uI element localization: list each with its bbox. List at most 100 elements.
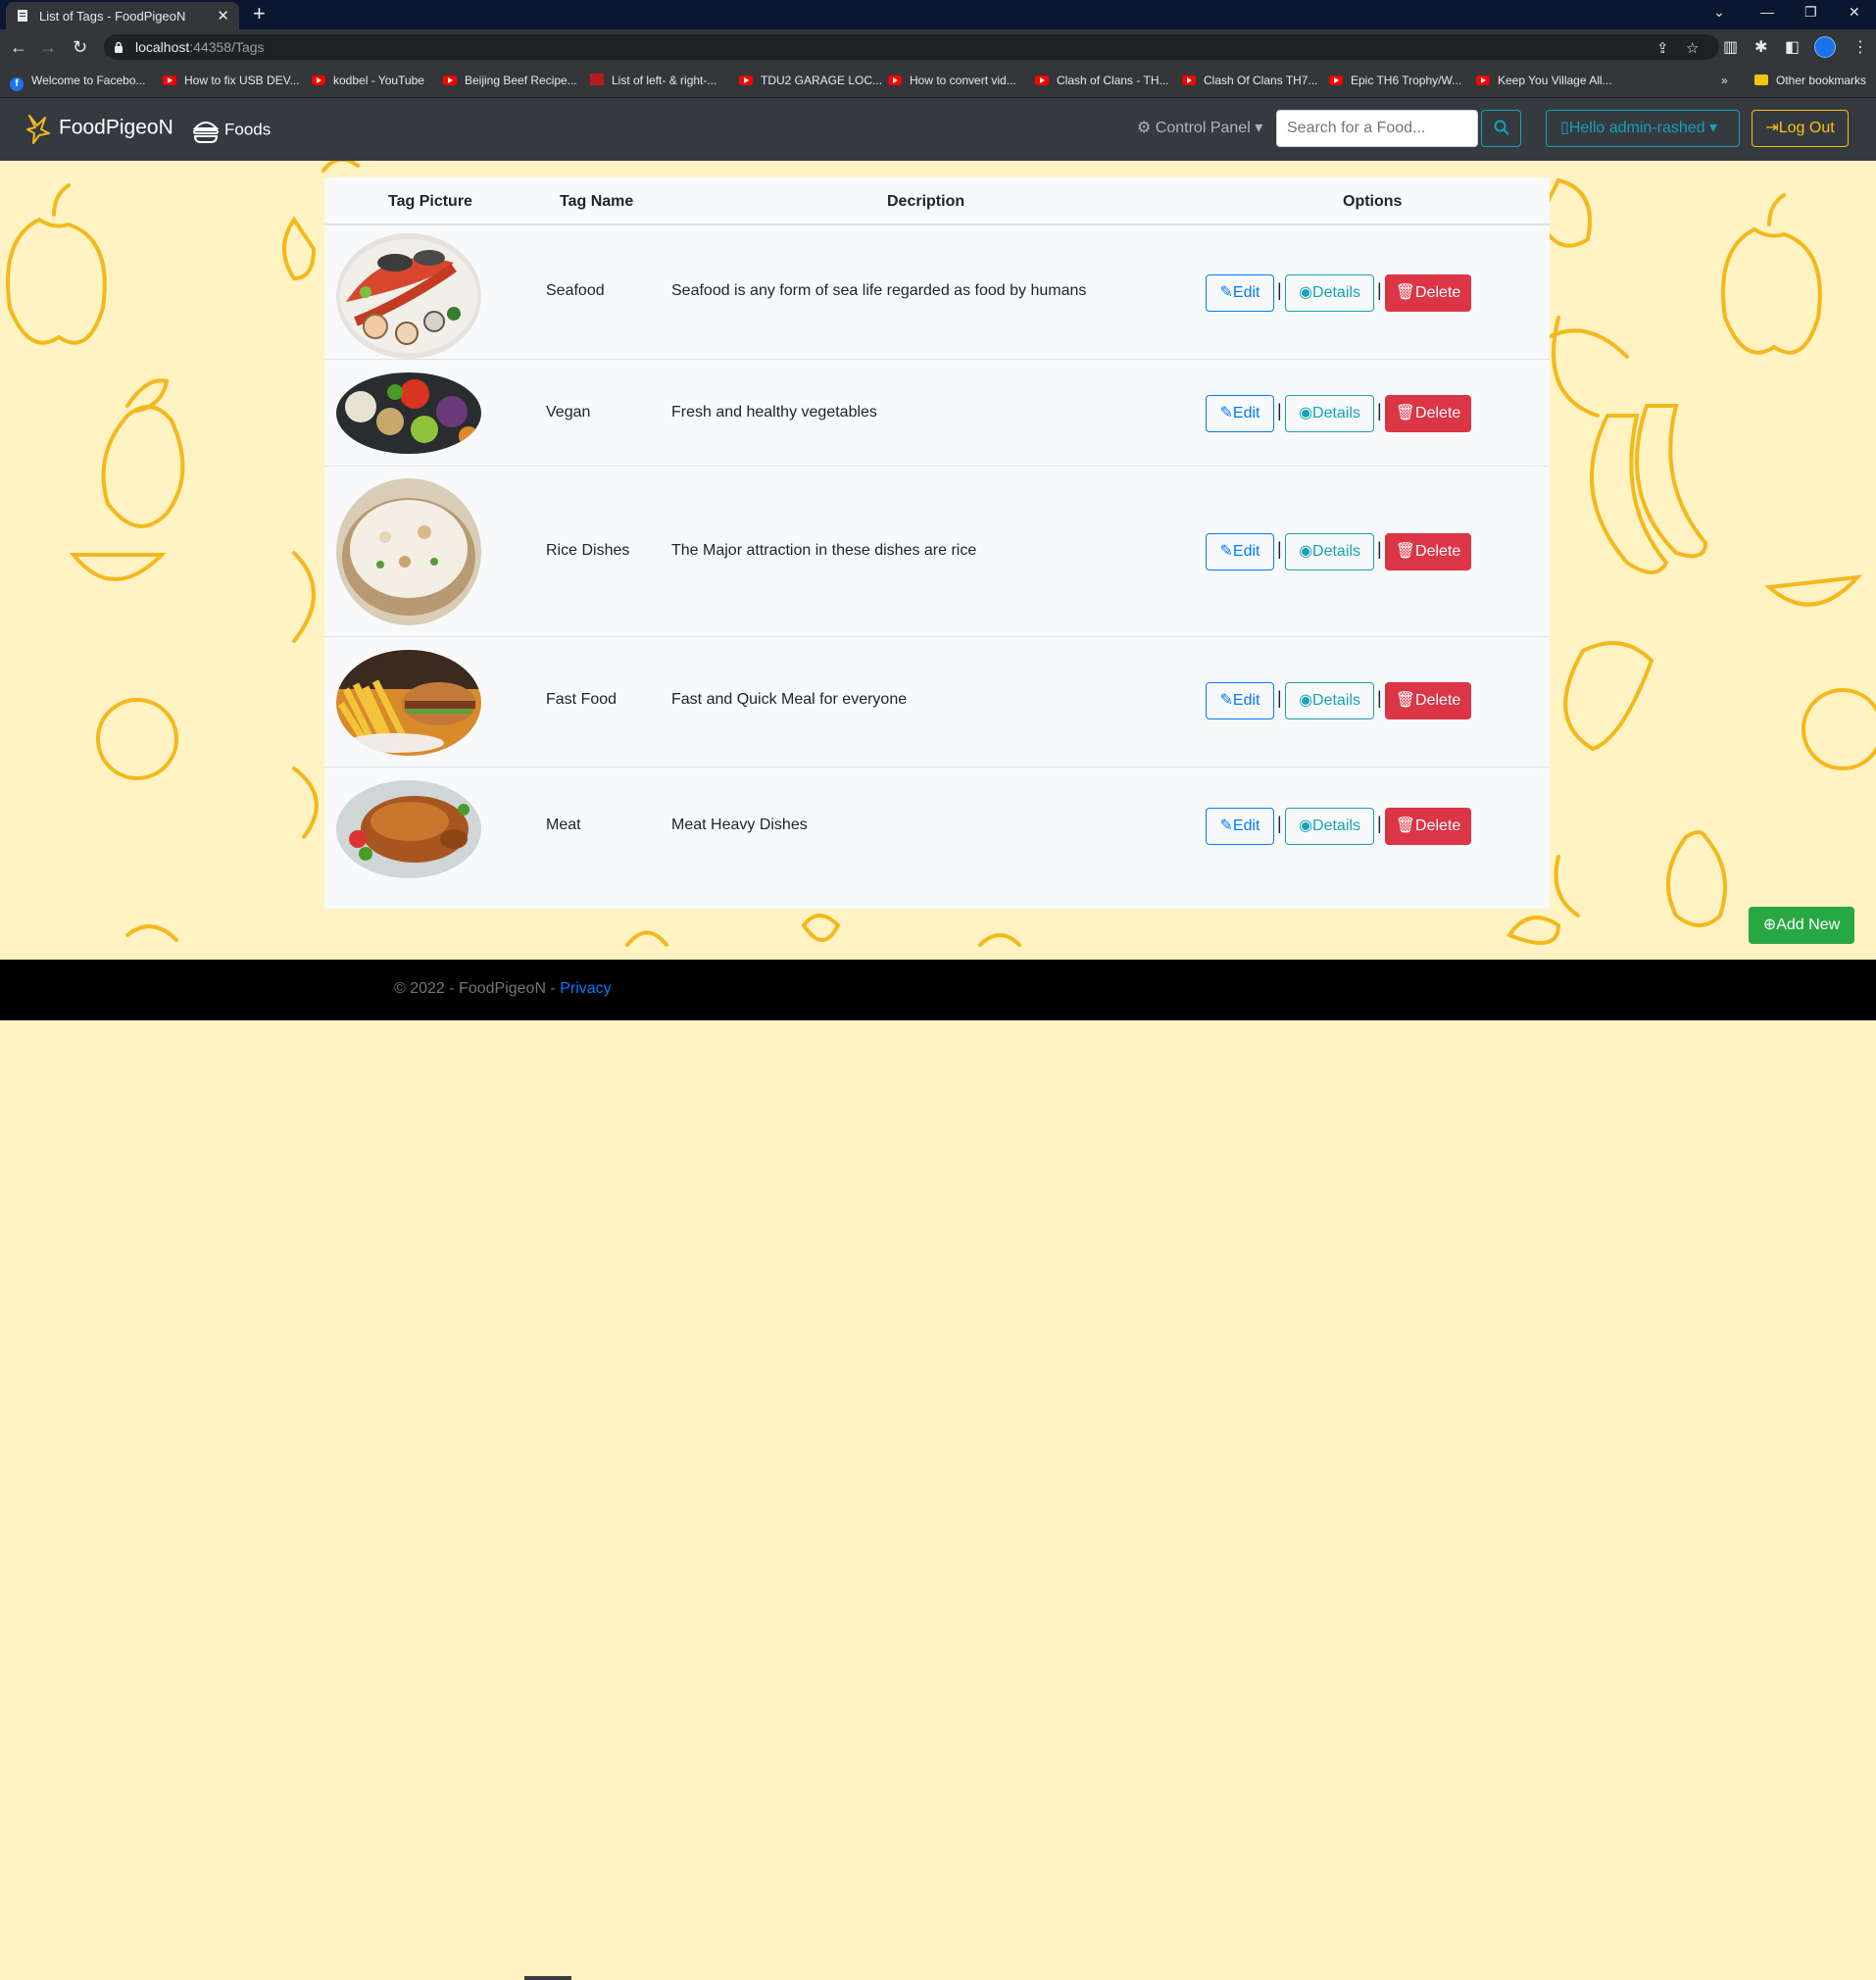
edit-button[interactable]: ✎Edit [1206, 395, 1274, 432]
forward-icon[interactable]: → [39, 37, 57, 58]
separator: | [1277, 401, 1282, 421]
search-input[interactable] [1276, 110, 1478, 147]
delete-button[interactable]: 🗑Delete [1385, 274, 1471, 312]
tab-search-icon[interactable]: ⌄ [1713, 4, 1725, 21]
privacy-link[interactable]: Privacy [560, 980, 611, 997]
separator: | [1277, 814, 1282, 833]
trash-icon: 🗑 [1395, 543, 1416, 560]
edit-button[interactable]: ✎Edit [1206, 808, 1274, 845]
nav-foods-label: Foods [224, 120, 272, 139]
page-icon [18, 10, 27, 22]
separator: | [1377, 539, 1382, 559]
logout-button[interactable]: ⇥Log Out [1752, 110, 1849, 147]
edit-icon: ✎ [1219, 543, 1233, 560]
bookmark-item[interactable]: Clash of Clans - TH... [1035, 74, 1168, 87]
youtube-icon [443, 75, 457, 85]
trash-icon: 🗑 [1395, 405, 1416, 421]
restore-icon[interactable]: ❐ [1804, 4, 1817, 21]
header-tag-picture: Tag Picture [388, 193, 472, 210]
add-new-button[interactable]: ⊕Add New [1749, 907, 1854, 944]
nav-foods-link[interactable]: Foods [191, 116, 271, 145]
search-button[interactable] [1481, 110, 1521, 147]
caret-down-icon: ▾ [1250, 120, 1263, 136]
separator: | [1377, 280, 1382, 300]
youtube-icon [1329, 75, 1343, 85]
bookmark-item[interactable]: List of left- & right-... [590, 74, 716, 87]
table-row: Meat Meat Heavy Dishes ✎Edit | ◉Details … [324, 767, 1550, 909]
window-close-icon[interactable]: ✕ [1849, 4, 1860, 21]
delete-button[interactable]: 🗑Delete [1385, 808, 1471, 845]
burger-icon [192, 122, 220, 143]
side-panel-icon[interactable]: ◧ [1785, 37, 1800, 57]
tag-name: Rice Dishes [546, 542, 630, 559]
bookmark-star-icon[interactable]: ☆ [1686, 39, 1699, 57]
profile-avatar-icon[interactable] [1814, 36, 1836, 58]
eye-icon: ◉ [1299, 405, 1313, 421]
search-icon [1494, 120, 1509, 135]
trash-icon: 🗑 [1395, 284, 1416, 301]
table-row: Seafood Seafood is any form of sea life … [324, 225, 1550, 360]
close-tab-icon[interactable]: ✕ [217, 7, 229, 25]
address-bar-row: ← → ↻ localhost:44358/Tags ⇪ ☆ ▥ ✱ ◧ ⋮ [0, 29, 1876, 65]
bookmark-item[interactable]: Beijing Beef Recipe... [443, 74, 577, 87]
user-menu-button[interactable]: ▯Hello admin-rashed ▾ [1546, 110, 1740, 147]
details-button[interactable]: ◉Details [1285, 395, 1374, 432]
delete-button[interactable]: 🗑Delete [1385, 533, 1471, 570]
brand-link[interactable]: FoodPigeoN [25, 112, 173, 145]
bookmark-item[interactable]: How to convert vid... [888, 74, 1016, 87]
separator: | [1277, 688, 1282, 708]
bookmark-item[interactable]: Keep You Village All... [1476, 74, 1612, 87]
url-input[interactable]: localhost:44358/Tags ⇪ ☆ [104, 34, 1719, 60]
edit-button[interactable]: ✎Edit [1206, 274, 1274, 312]
tag-name: Meat [546, 817, 581, 833]
bookmark-item[interactable]: How to fix USB DEV... [163, 74, 300, 87]
eye-icon: ◉ [1299, 284, 1313, 301]
bookmark-item[interactable]: f Welcome to Facebo... [10, 74, 146, 91]
control-panel-dropdown[interactable]: ⚙ Control Panel ▾ [1137, 118, 1262, 137]
tag-picture-vegan [336, 372, 481, 454]
logout-icon: ⇥ [1765, 120, 1779, 136]
new-tab-icon[interactable]: + [253, 3, 266, 25]
browser-tab-title: List of Tags - FoodPigeoN [39, 9, 186, 24]
eye-icon: ◉ [1299, 692, 1313, 709]
more-bookmarks-icon[interactable]: » [1721, 74, 1728, 87]
horizontal-scrollbar[interactable] [524, 1976, 571, 1980]
details-button[interactable]: ◉Details [1285, 533, 1374, 570]
separator: | [1377, 814, 1382, 833]
table-row: Vegan Fresh and healthy vegetables ✎Edit… [324, 360, 1550, 467]
reload-icon[interactable]: ↻ [73, 37, 87, 58]
footer: © 2022 - FoodPigeoN - Privacy [0, 960, 1876, 1980]
bookmark-item[interactable]: kodbel - YouTube [312, 74, 424, 87]
details-button[interactable]: ◉Details [1285, 682, 1374, 719]
separator: | [1277, 280, 1282, 300]
details-button[interactable]: ◉Details [1285, 808, 1374, 845]
back-icon[interactable]: ← [10, 37, 27, 58]
plus-circle-icon: ⊕ [1762, 916, 1777, 933]
minimize-icon[interactable]: — [1760, 4, 1774, 20]
other-bookmarks[interactable]: Other bookmarks [1754, 74, 1866, 87]
youtube-icon [1035, 75, 1049, 85]
browser-tab[interactable]: List of Tags - FoodPigeoN ✕ [6, 2, 239, 29]
bookmark-item[interactable]: Epic TH6 Trophy/W... [1329, 74, 1461, 87]
tag-description: The Major attraction in these dishes are… [671, 542, 977, 559]
delete-button[interactable]: 🗑Delete [1385, 395, 1471, 432]
bookmark-item[interactable]: Clash Of Clans TH7... [1182, 74, 1317, 87]
tag-name: Seafood [546, 282, 605, 299]
edit-button[interactable]: ✎Edit [1206, 533, 1274, 570]
page-icon [590, 74, 604, 85]
bookmark-item[interactable]: TDU2 GARAGE LOC... [739, 74, 882, 87]
brand-name: FoodPigeoN [59, 116, 173, 139]
extensions-puzzle-icon[interactable]: ✱ [1754, 37, 1767, 57]
youtube-icon [739, 75, 753, 85]
id-badge-icon: ▯ [1560, 120, 1569, 136]
header-description: Decription [887, 193, 965, 210]
tag-picture-rice [336, 478, 481, 625]
share-icon[interactable]: ⇪ [1656, 39, 1669, 57]
table-row: Fast Food Fast and Quick Meal for everyo… [324, 637, 1550, 767]
delete-button[interactable]: 🗑Delete [1385, 682, 1471, 719]
trash-icon: 🗑 [1395, 692, 1416, 709]
browser-menu-icon[interactable]: ⋮ [1852, 37, 1868, 57]
extension-chart-icon[interactable]: ▥ [1723, 37, 1738, 57]
details-button[interactable]: ◉Details [1285, 274, 1374, 312]
edit-button[interactable]: ✎Edit [1206, 682, 1274, 719]
